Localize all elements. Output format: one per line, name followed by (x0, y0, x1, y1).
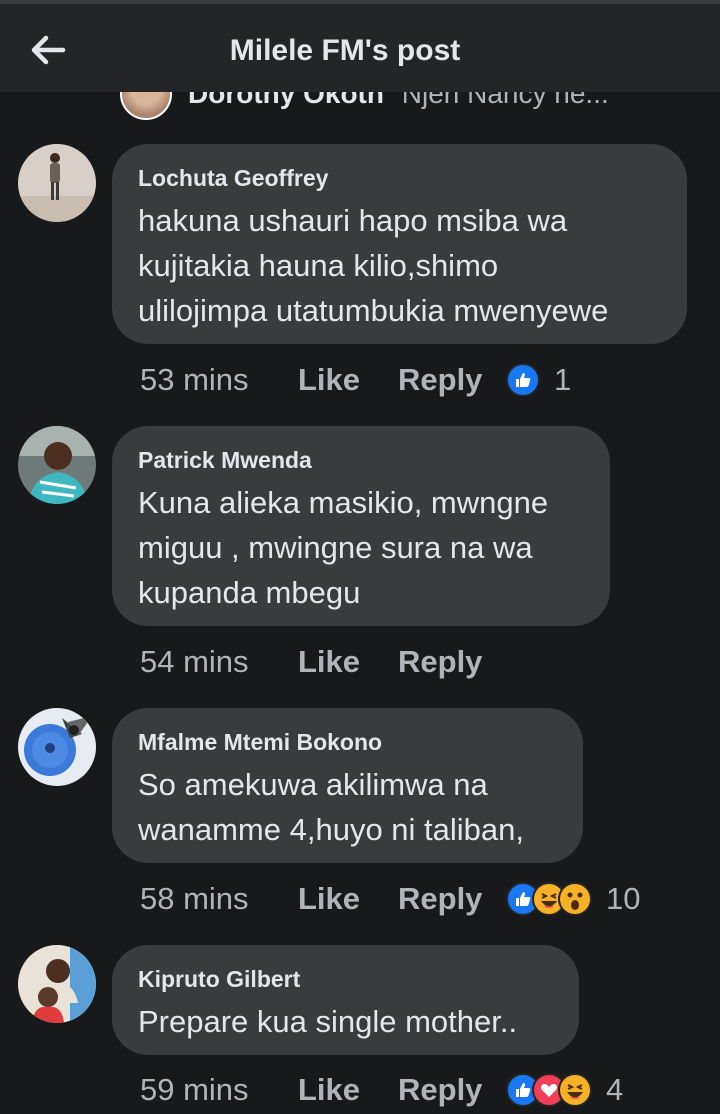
like-button[interactable]: Like (298, 644, 398, 680)
like-reaction-icon (506, 363, 540, 397)
haha-reaction-icon (558, 1073, 592, 1107)
comment-bubble[interactable]: Mfalme Mtemi Bokono So amekuwa akilimwa … (112, 708, 583, 863)
app-header: Milele FM's post (0, 4, 720, 92)
comment-bubble[interactable]: Patrick Mwenda Kuna alieka masikio, mwng… (112, 426, 610, 626)
previous-reply-text: Njeri Nancy ne... (401, 92, 609, 109)
reaction-summary[interactable] (506, 363, 540, 397)
comment-time: 59 mins (140, 1072, 249, 1107)
comment-author[interactable]: Patrick Mwenda (138, 446, 584, 474)
like-button[interactable]: Like (298, 1072, 398, 1108)
reaction-count[interactable]: 1 (554, 362, 571, 398)
reaction-count[interactable]: 10 (606, 881, 640, 917)
comment-time: 54 mins (140, 644, 249, 679)
reply-button[interactable]: Reply (398, 362, 506, 398)
reply-button[interactable]: Reply (398, 1072, 506, 1108)
comment-actions: 53 mins Like Reply 1 (140, 360, 571, 400)
wow-reaction-icon (558, 882, 592, 916)
avatar-photo (18, 708, 96, 786)
reaction-summary[interactable] (506, 882, 592, 916)
avatar[interactable] (18, 945, 96, 1023)
avatar-photo (18, 945, 96, 1023)
like-button[interactable]: Like (298, 362, 398, 398)
avatar[interactable] (18, 708, 96, 786)
comment-time: 58 mins (140, 881, 249, 916)
comment-author[interactable]: Kipruto Gilbert (138, 965, 553, 993)
comment-bubble[interactable]: Lochuta Geoffrey hakuna ushauri hapo msi… (112, 144, 687, 344)
reaction-count[interactable]: 4 (606, 1072, 623, 1108)
avatar[interactable] (18, 144, 96, 222)
reaction-summary[interactable] (506, 1073, 592, 1107)
comment-text: So amekuwa akilimwa na wanamme 4,huyo ni… (138, 767, 525, 847)
reply-button[interactable]: Reply (398, 881, 506, 917)
comment-bubble[interactable]: Kipruto Gilbert Prepare kua single mothe… (112, 945, 579, 1055)
avatar-photo (18, 426, 96, 504)
reply-button[interactable]: Reply (398, 644, 506, 680)
avatar[interactable] (120, 92, 172, 120)
comment-text: hakuna ushauri hapo msiba wa kujitakia h… (138, 203, 609, 328)
comment-actions: 59 mins Like Reply 4 (140, 1070, 623, 1110)
comment-author[interactable]: Mfalme Mtemi Bokono (138, 728, 557, 756)
comment-actions: 54 mins Like Reply (140, 642, 506, 682)
page-title: Milele FM's post (229, 34, 461, 67)
previous-reply-preview[interactable]: Dorothy Okoth Njeri Nancy ne... (120, 92, 720, 122)
comment-author[interactable]: Lochuta Geoffrey (138, 164, 661, 192)
previous-reply-author[interactable]: Dorothy Okoth (188, 92, 384, 109)
comment-time: 53 mins (140, 362, 249, 397)
comment-actions: 58 mins Like Reply 10 (140, 879, 640, 919)
comment-text: Prepare kua single mother.. (138, 1004, 518, 1039)
like-button[interactable]: Like (298, 881, 398, 917)
comment-text: Kuna alieka masikio, mwngne miguu , mwin… (138, 485, 549, 610)
avatar-photo (18, 144, 96, 222)
avatar[interactable] (18, 426, 96, 504)
